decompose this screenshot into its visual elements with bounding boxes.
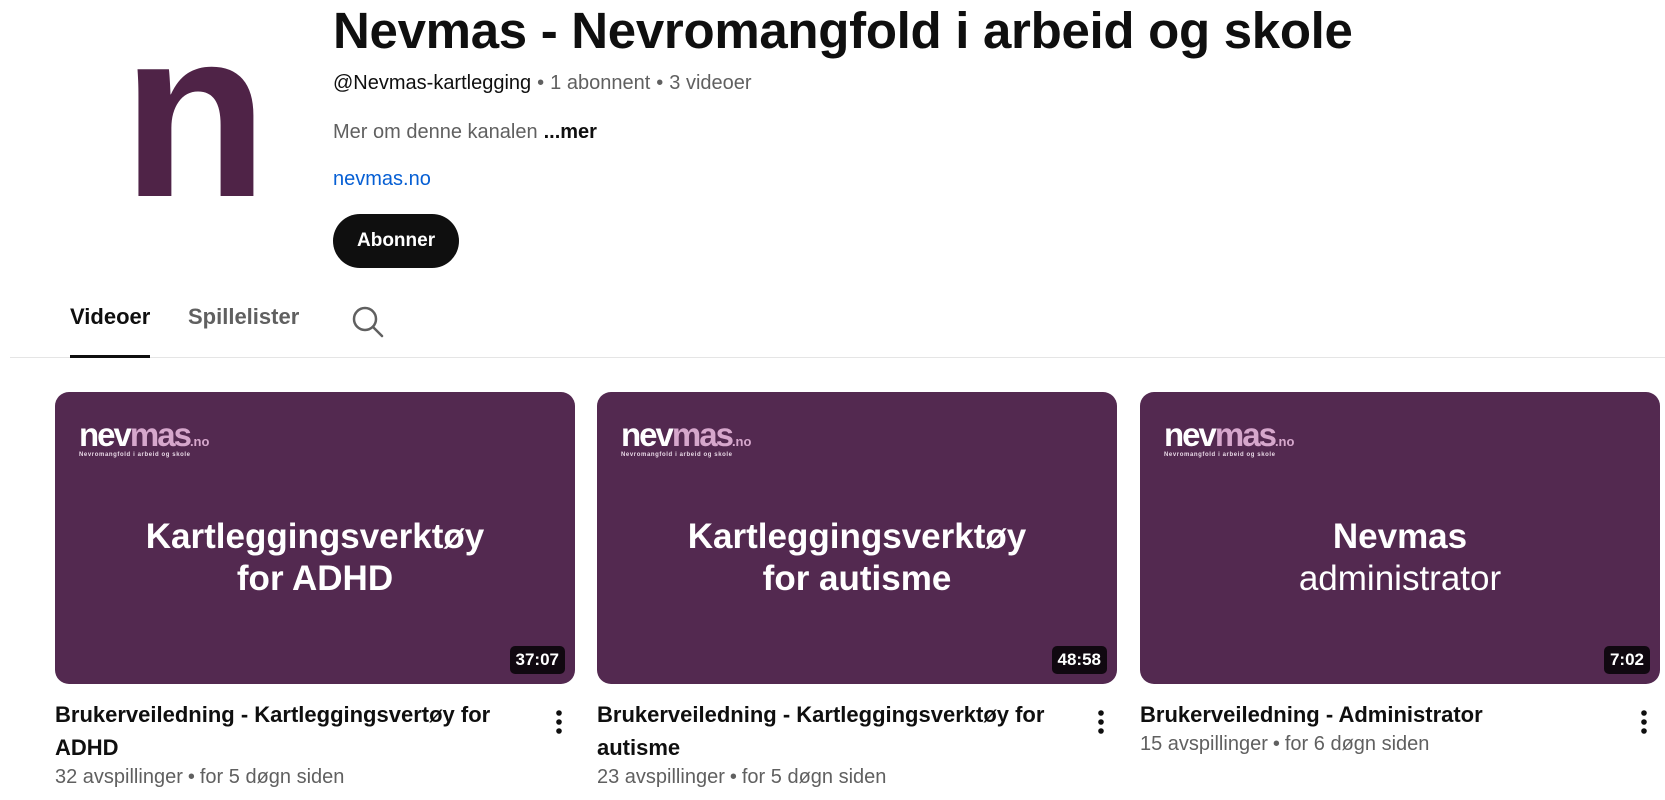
- video-title[interactable]: Brukerveiledning - Kartleggingsvertøy fo…: [55, 698, 519, 764]
- video-title[interactable]: Brukerveiledning - Kartleggingsverktøy f…: [597, 698, 1061, 764]
- tab-videos[interactable]: Videoer: [70, 304, 151, 358]
- video-info: Brukerveiledning - Kartleggingsverktøy f…: [597, 684, 1117, 789]
- subscriber-count: 1 abonnent: [550, 72, 651, 94]
- video-info: Brukerveiledning - Administrator 15 avsp…: [1140, 684, 1660, 756]
- view-count: 32 avspillinger: [55, 766, 183, 788]
- video-thumbnail[interactable]: nevmas.no Nevromangfold i arbeid og skol…: [1140, 392, 1660, 684]
- video-count: 3 videoer: [669, 72, 752, 94]
- channel-link[interactable]: nevmas.no: [333, 168, 431, 191]
- duration-badge: 37:07: [509, 646, 565, 674]
- description-text: Mer om denne kanalen: [333, 121, 538, 143]
- meta-separator: •: [187, 766, 195, 788]
- search-icon[interactable]: [348, 302, 388, 342]
- meta-separator: •: [729, 766, 737, 788]
- video-grid: nevmas.no Nevromangfold i arbeid og skol…: [0, 392, 1665, 800]
- nevmas-logo: nevmas.no Nevromangfold i arbeid og skol…: [1164, 416, 1295, 458]
- active-tab-underline: [70, 355, 151, 358]
- meta-separator: •: [1272, 733, 1280, 755]
- video-title[interactable]: Brukerveiledning - Administrator: [1140, 698, 1604, 731]
- upload-age: for 5 døgn siden: [199, 766, 345, 788]
- view-count: 15 avspillinger: [1140, 733, 1268, 755]
- video-meta: 32 avspillinger • for 5 døgn siden: [55, 766, 519, 789]
- upload-age: for 5 døgn siden: [741, 766, 887, 788]
- more-vert-icon[interactable]: [1089, 706, 1113, 738]
- video-info: Brukerveiledning - Kartleggingsvertøy fo…: [55, 684, 575, 789]
- channel-tabs: Videoer Spillelister: [10, 292, 1665, 358]
- channel-page: n Nevmas - Nevromangfold i arbeid og sko…: [0, 0, 1665, 800]
- duration-badge: 48:58: [1051, 646, 1107, 674]
- avatar-letter: n: [121, 0, 269, 247]
- duration-badge: 7:02: [1603, 646, 1650, 674]
- more-link[interactable]: ...mer: [544, 121, 597, 143]
- video-meta: 23 avspillinger • for 5 døgn siden: [597, 766, 1061, 789]
- upload-age: for 6 døgn siden: [1284, 733, 1430, 755]
- thumbnail-title: Kartleggingsverktøy for ADHD: [145, 517, 485, 598]
- meta-separator: •: [537, 72, 545, 94]
- video-thumbnail[interactable]: nevmas.no Nevromangfold i arbeid og skol…: [55, 392, 575, 684]
- nevmas-logo: nevmas.no Nevromangfold i arbeid og skol…: [621, 416, 752, 458]
- view-count: 23 avspillinger: [597, 766, 725, 788]
- meta-separator: •: [656, 72, 664, 94]
- video-card: nevmas.no Nevromangfold i arbeid og skol…: [55, 392, 575, 789]
- video-meta: 15 avspillinger • for 6 døgn siden: [1140, 733, 1604, 756]
- video-card: nevmas.no Nevromangfold i arbeid og skol…: [597, 392, 1117, 789]
- thumbnail-title: Nevmas administrator: [1298, 517, 1502, 598]
- channel-title: Nevmas - Nevromangfold i arbeid og skole: [333, 2, 1353, 59]
- search-icon-svg: [352, 306, 384, 338]
- video-card: nevmas.no Nevromangfold i arbeid og skol…: [1140, 392, 1660, 756]
- subscribe-button[interactable]: Abonner: [333, 214, 460, 268]
- more-vert-icon[interactable]: [1632, 706, 1656, 738]
- video-thumbnail[interactable]: nevmas.no Nevromangfold i arbeid og skol…: [597, 392, 1117, 684]
- tab-label: Videoer: [70, 304, 151, 329]
- thumbnail-title: Kartleggingsverktøy for autisme: [687, 517, 1027, 598]
- channel-handle: @Nevmas-kartlegging: [333, 72, 532, 94]
- channel-avatar[interactable]: n: [62, 0, 322, 264]
- tab-label: Spillelister: [188, 304, 300, 329]
- tab-playlists[interactable]: Spillelister: [188, 304, 299, 356]
- channel-description[interactable]: Mer om denne kanalen ...mer: [333, 121, 597, 144]
- channel-meta: @Nevmas-kartlegging • 1 abonnent • 3 videoer: [333, 72, 752, 95]
- more-vert-icon[interactable]: [547, 706, 571, 738]
- nevmas-logo: nevmas.no Nevromangfold i arbeid og skol…: [79, 416, 210, 458]
